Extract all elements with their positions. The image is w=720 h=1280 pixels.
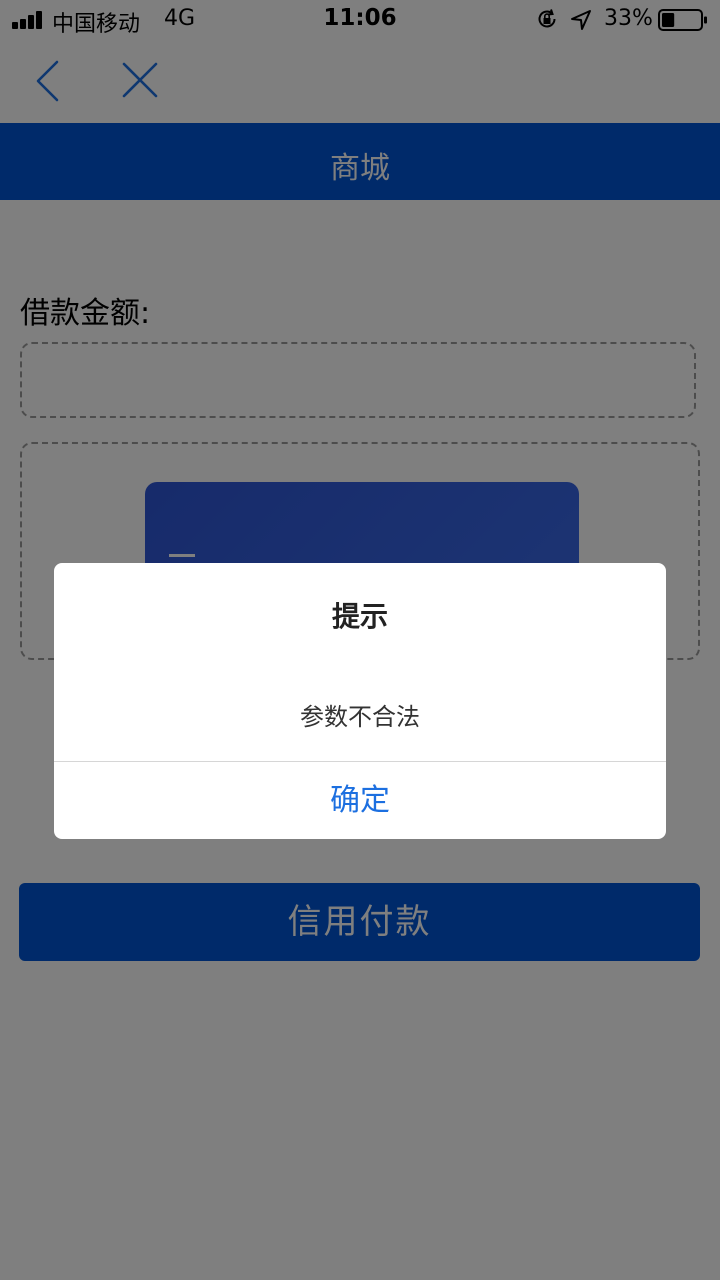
alert-dialog: 提示 参数不合法 确定: [54, 563, 666, 839]
dialog-confirm-button[interactable]: 确定: [54, 762, 666, 839]
dialog-title: 提示: [331, 600, 388, 633]
dialog-message: 参数不合法: [300, 703, 420, 731]
screen: 中国移动 4G 11:06 33% 商城 借款金额:: [0, 0, 720, 1280]
